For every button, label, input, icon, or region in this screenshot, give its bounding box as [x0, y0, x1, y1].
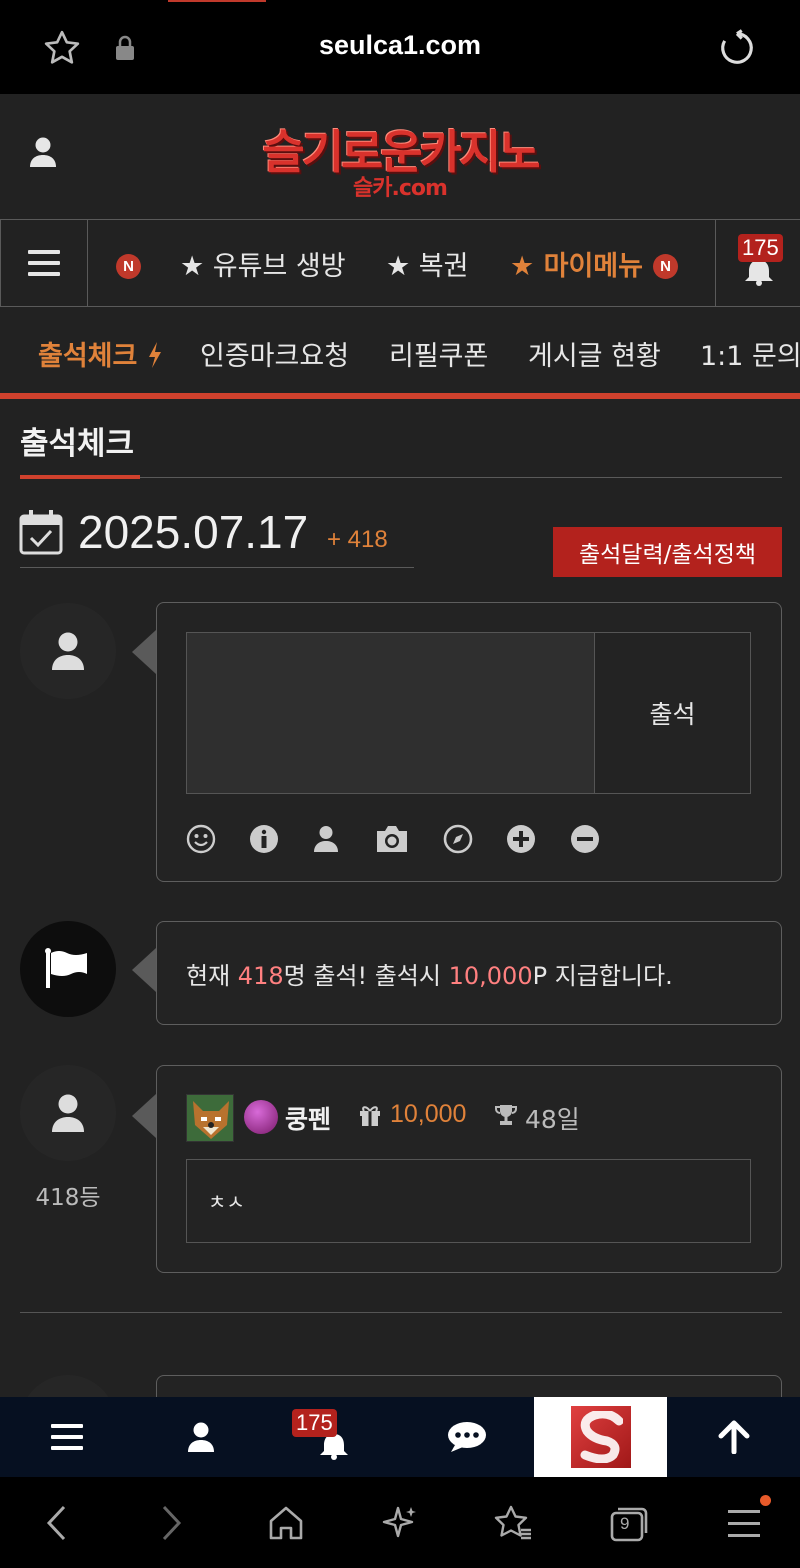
notification-count: 175	[738, 234, 783, 262]
site-logo-sub: 슬카.com	[353, 176, 448, 201]
home-icon[interactable]	[264, 1501, 308, 1545]
flag-icon	[45, 948, 87, 988]
member-name[interactable]: 쿵펜	[285, 1100, 331, 1136]
attendance-date-count: + 418	[327, 526, 388, 553]
browser-menu-icon[interactable]	[722, 1495, 771, 1545]
scroll-top-button[interactable]	[667, 1397, 800, 1477]
nav-item-youtube-live[interactable]: ★ 유튜브 생방	[180, 244, 346, 283]
camera-icon[interactable]	[373, 823, 411, 855]
attendance-comment-input[interactable]	[186, 632, 595, 794]
hamburger-icon	[51, 1424, 83, 1450]
s-logo-icon	[570, 1406, 631, 1468]
back-icon[interactable]	[36, 1503, 76, 1543]
info-icon[interactable]	[248, 823, 280, 855]
bookmarks-icon[interactable]	[491, 1501, 535, 1545]
trophy-icon	[494, 1103, 520, 1129]
forward-icon[interactable]	[152, 1503, 192, 1543]
minus-circle-icon[interactable]	[569, 823, 601, 855]
attendee-count: 418	[237, 962, 284, 990]
entry-comment-box	[186, 1159, 751, 1243]
avatar	[20, 1065, 116, 1161]
nav-item-my-menu[interactable]: ★ 마이메뉴	[510, 244, 643, 283]
user-icon	[52, 1094, 84, 1132]
attendance-calendar-button[interactable]: 출석달력/출석정책	[553, 527, 782, 577]
member-level-icon	[244, 1100, 278, 1134]
reload-icon[interactable]	[714, 26, 760, 70]
subnav-item-attendance[interactable]: 출석체크	[38, 334, 163, 373]
speech-pointer	[132, 630, 156, 674]
emoticon-icon[interactable]	[185, 823, 217, 855]
chat-button[interactable]	[400, 1397, 534, 1477]
entry-separator	[20, 1312, 782, 1313]
nav-item-lottery[interactable]: ★ 복권	[386, 244, 468, 283]
reward-points: 10,000	[448, 962, 533, 990]
my-menu-new-badge: N	[653, 254, 678, 279]
entry-comment: ㅊㅅ	[208, 1190, 245, 1214]
lightning-icon	[148, 342, 161, 368]
browser-url-bar: seulca1.com	[0, 0, 800, 94]
user-icon	[52, 632, 84, 670]
tabs-icon[interactable]: 9	[606, 1501, 652, 1545]
gift-icon	[358, 1103, 384, 1129]
calendar-check-icon	[18, 508, 64, 556]
member-profile-image[interactable]	[186, 1094, 234, 1142]
browser-bottom-bar: 9	[0, 1477, 800, 1568]
new-badge[interactable]: N	[116, 254, 141, 279]
subnav-divider	[0, 393, 800, 399]
subnav-item-verify-mark[interactable]: 인증마크요청	[200, 334, 349, 373]
page-title: 출석체크	[20, 426, 135, 462]
notification-count: 175	[292, 1409, 337, 1437]
menu-button[interactable]	[0, 1397, 134, 1477]
avatar	[20, 603, 116, 699]
subnav-item-refill-coupon[interactable]: 리필쿠폰	[389, 334, 488, 373]
subnav-item-post-status[interactable]: 게시글 현황	[528, 334, 661, 373]
tabs-count: 9	[620, 1514, 630, 1533]
hamburger-icon	[28, 250, 60, 276]
user-button[interactable]	[134, 1397, 267, 1477]
title-underline	[20, 475, 140, 479]
notification-button[interactable]: 175	[267, 1397, 400, 1477]
loading-indicator	[168, 0, 266, 2]
arrow-up-icon	[718, 1420, 749, 1454]
sparkle-icon[interactable]	[378, 1501, 422, 1545]
attendance-date: 2025.07.17	[78, 506, 309, 558]
compass-icon[interactable]	[442, 823, 474, 855]
date-underline	[20, 567, 414, 568]
subnav-item-inquiry[interactable]: 1:1 문의	[700, 334, 800, 373]
flag-avatar	[20, 921, 116, 1017]
subnav-item-label: 출석체크	[38, 341, 138, 372]
bell-icon	[745, 260, 773, 286]
chat-icon	[448, 1422, 486, 1452]
notification-button[interactable]: 175	[715, 220, 800, 306]
speech-pointer	[132, 1094, 156, 1138]
sub-navigation: 출석체크 인증마크요청 리필쿠폰 게시글 현황 1:1 문의	[0, 307, 800, 393]
attend-button[interactable]: 출석	[594, 632, 751, 794]
menu-notification-dot	[760, 1495, 771, 1506]
site-logo-button[interactable]	[534, 1397, 667, 1477]
entry-days: 48일	[525, 1105, 580, 1134]
entry-points: 10,000	[390, 1100, 467, 1128]
plus-circle-icon[interactable]	[505, 823, 537, 855]
top-navigation: N ★ 유튜브 생방 ★ 복권 ★ 마이메뉴 N 175	[0, 219, 800, 307]
notice-text: 현재 418명 출석! 출석시 10,000P 지급합니다.	[186, 962, 673, 990]
url-text[interactable]: seulca1.com	[0, 30, 800, 61]
site-bottom-bar: 175	[0, 1397, 800, 1477]
entry-rank: 418등	[35, 1185, 101, 1211]
speech-pointer	[132, 948, 156, 992]
menu-button[interactable]	[0, 220, 88, 306]
user-icon[interactable]	[310, 823, 342, 855]
user-icon	[187, 1422, 214, 1452]
